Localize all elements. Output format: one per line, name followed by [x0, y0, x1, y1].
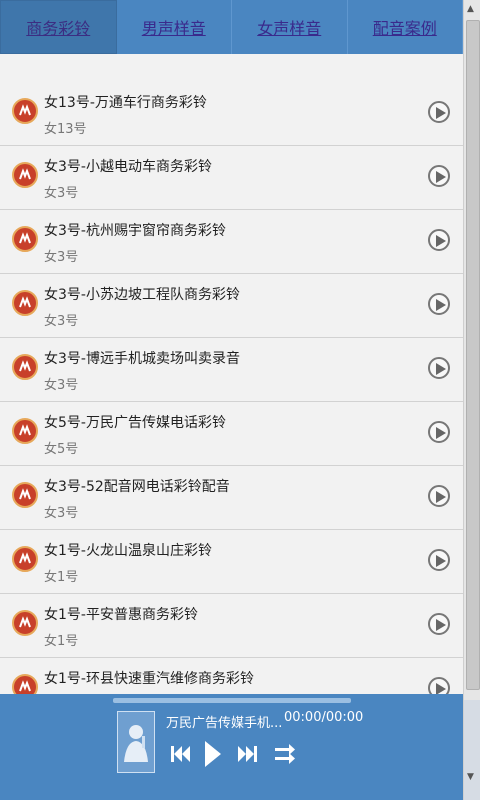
play-circle-icon[interactable]	[428, 165, 450, 187]
list-item[interactable]: 女3号-小越电动车商务彩铃 女3号	[0, 146, 463, 210]
play-circle-icon[interactable]	[428, 549, 450, 571]
play-circle-icon[interactable]	[428, 485, 450, 507]
item-title: 女13号-万通车行商务彩铃	[44, 95, 207, 111]
play-circle-icon[interactable]	[428, 677, 450, 694]
scroll-track-lower	[464, 700, 480, 800]
tab-dubbing-cases[interactable]: 配音案例	[348, 0, 463, 54]
ringtone-logo-icon	[12, 226, 38, 252]
ringtone-logo-icon	[12, 482, 38, 508]
item-voice: 女3号	[44, 506, 79, 521]
ringtone-logo-icon	[12, 674, 38, 694]
list-item[interactable]: 女5号-万民广告传媒电话彩铃 女5号	[0, 402, 463, 466]
play-icon[interactable]	[203, 740, 223, 772]
item-voice: 女3号	[44, 186, 79, 201]
item-voice: 女1号	[44, 634, 79, 649]
tab-bar: 商务彩铃 男声样音 女声样音 配音案例	[0, 0, 463, 54]
item-title: 女3号-小苏边坡工程队商务彩铃	[44, 287, 240, 303]
ringtone-list: 女13号-万通车行商务彩铃 女13号 女3号-小越电动车商务彩铃 女3号 女3号-杭州赐…	[0, 82, 463, 694]
item-voice: 女13号	[44, 122, 87, 137]
ringtone-logo-icon	[12, 610, 38, 636]
next-icon[interactable]	[236, 743, 258, 769]
playback-time: 00:00/00:00	[284, 710, 364, 725]
list-item[interactable]: 女1号-环县快速重汽维修商务彩铃	[0, 658, 463, 694]
album-cover	[117, 711, 155, 773]
ringtone-logo-icon	[12, 354, 38, 380]
item-title: 女3号-博远手机城卖场叫卖录音	[44, 351, 240, 367]
item-title: 女5号-万民广告传媒电话彩铃	[44, 415, 226, 431]
ringtone-logo-icon	[12, 162, 38, 188]
audio-player: 万民广告传媒手机... 00:00/00:00	[0, 694, 463, 800]
item-title: 女1号-平安普惠商务彩铃	[44, 607, 198, 623]
ringtone-logo-icon	[12, 98, 38, 124]
ringtone-logo-icon	[12, 418, 38, 444]
item-title: 女3号-杭州赐宇窗帘商务彩铃	[44, 223, 226, 239]
list-item[interactable]: 女3号-杭州赐宇窗帘商务彩铃 女3号	[0, 210, 463, 274]
item-title: 女1号-火龙山温泉山庄彩铃	[44, 543, 212, 559]
scroll-down-icon[interactable]: ▼	[467, 772, 474, 782]
play-circle-icon[interactable]	[428, 293, 450, 315]
item-voice: 女3号	[44, 250, 79, 265]
play-circle-icon[interactable]	[428, 357, 450, 379]
play-circle-icon[interactable]	[428, 421, 450, 443]
list-item[interactable]: 女13号-万通车行商务彩铃 女13号	[0, 82, 463, 146]
vertical-scrollbar[interactable]: ▲ ▼	[463, 0, 480, 800]
tab-female-samples[interactable]: 女声样音	[232, 0, 348, 54]
play-circle-icon[interactable]	[428, 613, 450, 635]
list-item[interactable]: 女1号-火龙山温泉山庄彩铃 女1号	[0, 530, 463, 594]
tab-business-ringtone[interactable]: 商务彩铃	[0, 0, 117, 54]
previous-icon[interactable]	[170, 743, 192, 769]
ringtone-logo-icon	[12, 546, 38, 572]
list-item[interactable]: 女3号-小苏边坡工程队商务彩铃 女3号	[0, 274, 463, 338]
scroll-thumb[interactable]	[466, 20, 480, 690]
play-circle-icon[interactable]	[428, 101, 450, 123]
progress-bar[interactable]	[113, 698, 351, 703]
shuffle-icon[interactable]	[274, 743, 296, 769]
play-circle-icon[interactable]	[428, 229, 450, 251]
item-voice: 女3号	[44, 314, 79, 329]
list-item[interactable]: 女3号-博远手机城卖场叫卖录音 女3号	[0, 338, 463, 402]
item-voice: 女5号	[44, 442, 79, 457]
item-title: 女3号-52配音网电话彩铃配音	[44, 479, 230, 495]
item-title: 女3号-小越电动车商务彩铃	[44, 159, 212, 175]
item-voice: 女1号	[44, 570, 79, 585]
singer-icon	[124, 725, 148, 762]
current-song-title: 万民广告传媒手机...	[166, 716, 283, 731]
tab-male-samples[interactable]: 男声样音	[117, 0, 232, 54]
item-voice: 女3号	[44, 378, 79, 393]
scroll-up-icon[interactable]: ▲	[467, 4, 474, 14]
list-item[interactable]: 女3号-52配音网电话彩铃配音 女3号	[0, 466, 463, 530]
list-item[interactable]: 女1号-平安普惠商务彩铃 女1号	[0, 594, 463, 658]
ringtone-logo-icon	[12, 290, 38, 316]
item-title: 女1号-环县快速重汽维修商务彩铃	[44, 671, 254, 687]
